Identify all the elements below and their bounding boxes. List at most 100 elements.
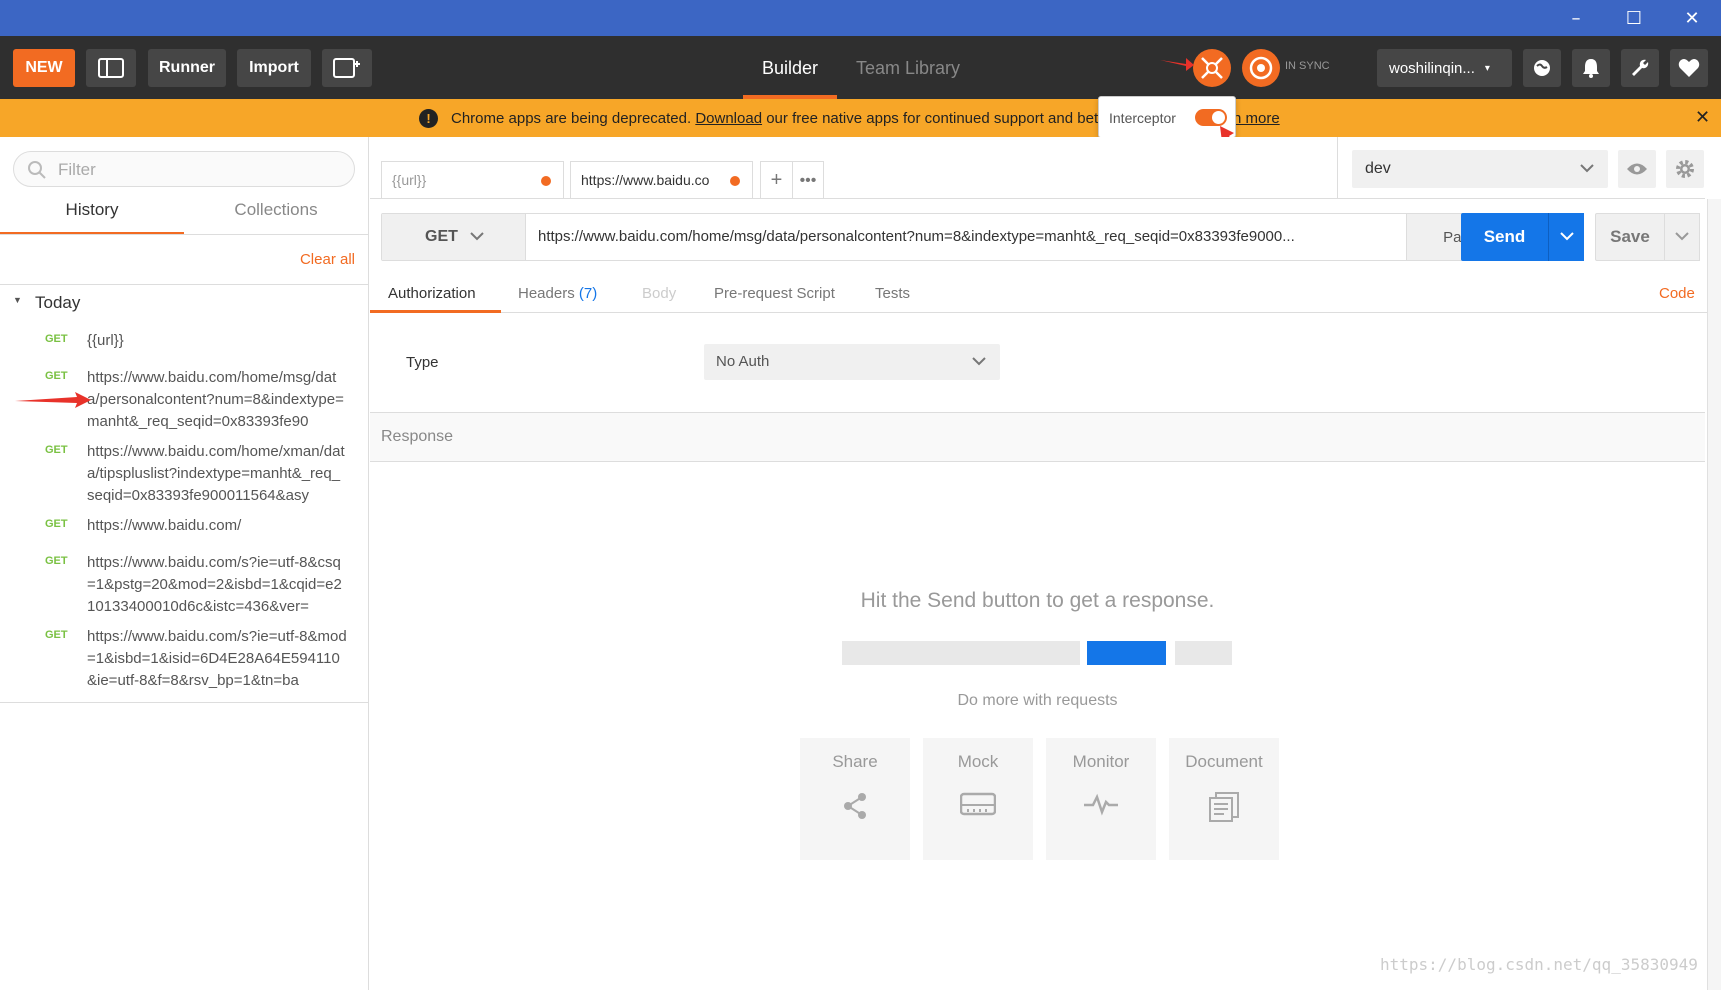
method-badge: GET bbox=[45, 444, 68, 456]
banner-text-after: our free native apps for continued suppo… bbox=[766, 110, 1103, 127]
banner-message: Chrome apps are being deprecated. Downlo… bbox=[451, 110, 1102, 127]
bell-icon bbox=[1583, 59, 1599, 78]
manage-environments-button[interactable] bbox=[1666, 150, 1704, 188]
chevron-down-icon bbox=[470, 232, 484, 241]
gear-icon bbox=[1676, 160, 1694, 178]
deprecation-banner: ! Chrome apps are being deprecated. Down… bbox=[0, 99, 1721, 137]
settings-globe-button[interactable] bbox=[1523, 49, 1561, 87]
notifications-button[interactable] bbox=[1572, 49, 1610, 87]
close-icon[interactable]: ✕ bbox=[1695, 107, 1710, 128]
authorization-tab-indicator bbox=[370, 310, 501, 313]
user-menu[interactable]: woshilinqin... ▾ bbox=[1377, 49, 1512, 87]
method-select[interactable]: GET bbox=[382, 214, 526, 260]
request-tab-active[interactable]: https://www.baidu.co bbox=[570, 161, 753, 199]
save-options-button[interactable] bbox=[1664, 213, 1700, 261]
headers-label: Headers bbox=[518, 284, 575, 302]
method-value: GET bbox=[425, 228, 458, 245]
mock-card[interactable]: Mock bbox=[923, 738, 1033, 860]
method-badge: GET bbox=[45, 333, 68, 345]
request-tab[interactable]: {{url}} bbox=[381, 161, 564, 199]
environment-value: dev bbox=[1365, 160, 1391, 177]
tab-headers[interactable]: Headers (7) bbox=[518, 273, 597, 313]
monitor-icon bbox=[1084, 793, 1118, 816]
settings-button[interactable] bbox=[1621, 49, 1659, 87]
environment-select[interactable]: dev bbox=[1352, 150, 1608, 188]
list-item[interactable]: GET https://www.baidu.com/ bbox=[0, 515, 368, 545]
list-item[interactable]: GET https://www.baidu.com/s?ie=utf-8&mod… bbox=[0, 626, 368, 694]
card-label: Share bbox=[832, 752, 878, 771]
minimize-icon[interactable]: – bbox=[1547, 0, 1605, 36]
tab-builder[interactable]: Builder bbox=[762, 49, 818, 87]
tab-body[interactable]: Body bbox=[642, 273, 676, 313]
send-options-button[interactable] bbox=[1548, 213, 1584, 261]
mock-icon bbox=[960, 792, 996, 816]
tab-prerequest-script[interactable]: Pre-request Script bbox=[714, 273, 835, 313]
chevron-down-icon bbox=[1675, 232, 1689, 241]
tab-history[interactable]: History bbox=[0, 200, 184, 234]
close-window-icon[interactable]: ✕ bbox=[1663, 0, 1721, 36]
list-item[interactable]: GET https://www.baidu.com/home/xman/data… bbox=[0, 441, 368, 509]
method-badge: GET bbox=[45, 518, 68, 530]
tab-tests[interactable]: Tests bbox=[875, 273, 910, 313]
toggle-sidebar-button[interactable] bbox=[86, 49, 136, 87]
interceptor-button[interactable] bbox=[1193, 49, 1231, 87]
url-input[interactable]: https://www.baidu.com/home/msg/data/pers… bbox=[538, 228, 1358, 245]
card-label: Document bbox=[1185, 752, 1263, 771]
document-card[interactable]: Document bbox=[1169, 738, 1279, 860]
collapse-triangle-icon[interactable]: ▼ bbox=[13, 295, 22, 305]
search-icon bbox=[28, 161, 46, 179]
send-button[interactable]: Send bbox=[1461, 213, 1548, 261]
search-input[interactable]: Filter bbox=[13, 151, 355, 187]
maximize-icon[interactable]: ☐ bbox=[1605, 0, 1663, 36]
more-with-requests-title: Do more with requests bbox=[957, 692, 1118, 709]
interceptor-toggle[interactable] bbox=[1195, 109, 1227, 126]
monitor-card[interactable]: Monitor bbox=[1046, 738, 1156, 860]
learn-more-link[interactable]: n more bbox=[1233, 110, 1280, 127]
chevron-down-icon bbox=[1559, 232, 1574, 241]
clear-all-button[interactable]: Clear all bbox=[300, 251, 355, 268]
placeholder-bar bbox=[842, 641, 1080, 665]
annotation-arrow bbox=[15, 392, 91, 408]
quick-look-button[interactable] bbox=[1618, 150, 1656, 188]
favorite-button[interactable] bbox=[1670, 49, 1708, 87]
tab-collections[interactable]: Collections bbox=[184, 200, 368, 234]
placeholder-bar bbox=[1175, 641, 1232, 665]
annotation-arrow bbox=[1160, 58, 1194, 71]
tab-authorization[interactable]: Authorization bbox=[388, 273, 476, 313]
list-item[interactable]: GET {{url}} bbox=[0, 330, 368, 360]
code-link[interactable]: Code bbox=[1659, 273, 1695, 313]
interceptor-label: Interceptor bbox=[1109, 110, 1176, 126]
method-badge: GET bbox=[45, 629, 68, 641]
import-button[interactable]: Import bbox=[237, 49, 311, 87]
new-window-button[interactable] bbox=[322, 49, 372, 87]
sync-button[interactable] bbox=[1242, 49, 1280, 87]
chevron-down-icon bbox=[1580, 164, 1594, 173]
download-link[interactable]: Download bbox=[695, 110, 762, 127]
runner-button[interactable]: Runner bbox=[148, 49, 226, 87]
scrollbar[interactable] bbox=[1707, 199, 1721, 990]
main-toolbar: NEW Runner Import Builder Team Library I… bbox=[0, 36, 1721, 99]
history-url: https://www.baidu.com/home/msg/data/pers… bbox=[87, 369, 344, 430]
headers-count: (7) bbox=[578, 284, 598, 302]
globe-icon bbox=[1534, 60, 1550, 76]
save-button[interactable]: Save bbox=[1595, 213, 1665, 261]
auth-type-select[interactable]: No Auth bbox=[704, 344, 1000, 380]
add-tab-icon[interactable]: + bbox=[761, 162, 792, 199]
list-item[interactable]: GET https://www.baidu.com/s?ie=utf-8&csq… bbox=[0, 552, 368, 620]
card-label: Monitor bbox=[1072, 752, 1130, 771]
more-icon[interactable]: ••• bbox=[791, 162, 823, 199]
request-url-bar: GET https://www.baidu.com/home/msg/data/… bbox=[381, 213, 1531, 261]
history-url: https://www.baidu.com/ bbox=[87, 517, 242, 534]
share-icon bbox=[844, 793, 866, 819]
response-title: Response bbox=[381, 428, 454, 445]
auth-type-value: No Auth bbox=[716, 353, 770, 370]
share-card[interactable]: Share bbox=[800, 738, 910, 860]
method-badge: GET bbox=[45, 555, 68, 567]
document-icon bbox=[1209, 792, 1239, 822]
new-button[interactable]: NEW bbox=[13, 49, 75, 87]
watermark: https://blog.csdn.net/qq_35830949 bbox=[1380, 955, 1698, 974]
placeholder-bar-blue bbox=[1087, 641, 1166, 665]
tab-team-library[interactable]: Team Library bbox=[856, 49, 960, 87]
auth-type-label: Type bbox=[406, 354, 439, 371]
history-url: https://www.baidu.com/s?ie=utf-8&csq=1&p… bbox=[87, 554, 342, 615]
